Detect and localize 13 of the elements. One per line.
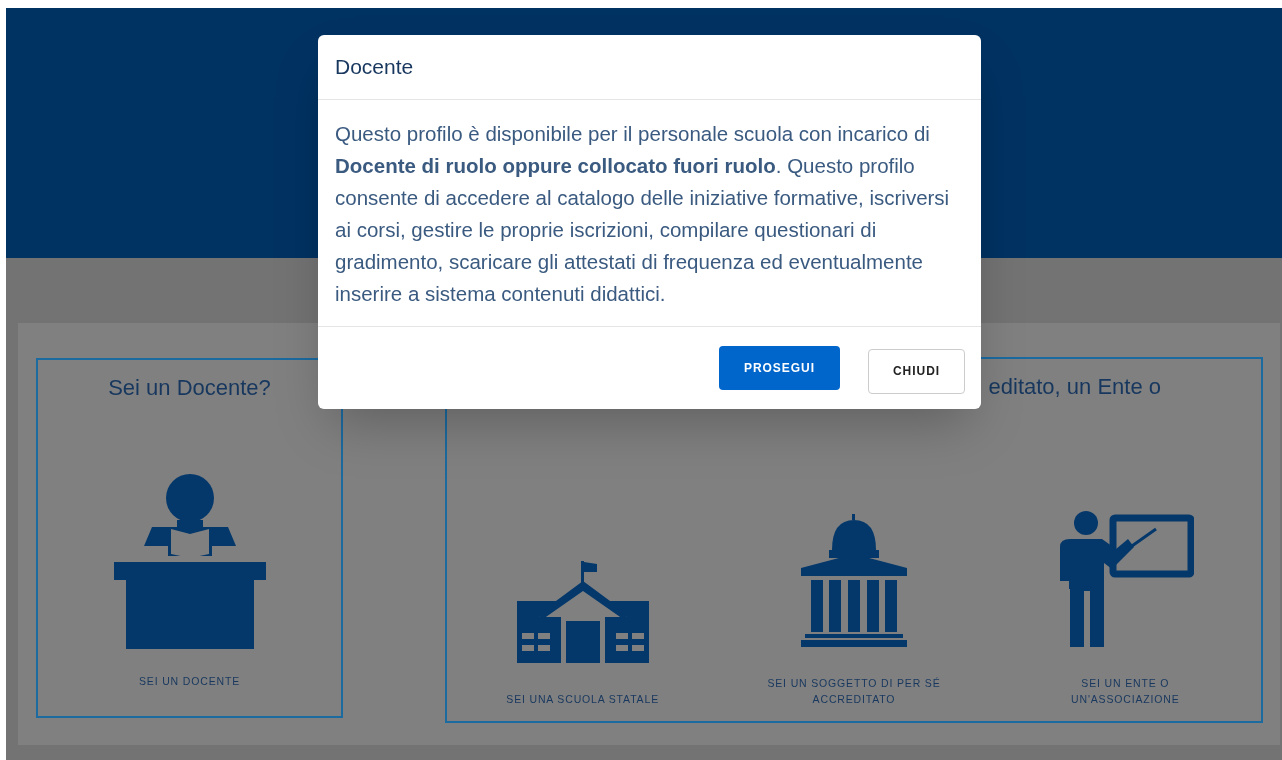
columned-building-icon [799,514,909,647]
profile-option-link[interactable]: SEI UN ENTE O UN'ASSOCIAZIONE [1015,401,1236,707]
continue-button[interactable]: PROSEGUI [719,346,840,390]
close-button[interactable]: CHIUDI [868,348,965,394]
dialog-title: Docente [335,54,414,81]
profile-option-link[interactable]: SEI UN SOGGETTO DI PER SÉ ACCREDITATO [744,401,964,707]
profile-option-link[interactable]: SEI UNA SCUOLA STATALE [472,401,693,707]
school-building-icon [514,561,651,663]
profile-option-link[interactable]: SEI UN DOCENTE [79,402,300,689]
dialog-description: Questo profilo è disponibile per il personale scuola con incarico di Docente di ruolo oppure collocato fuori ruolo. Questo profilo consente di accedere al catalogo delle iniziative formative, iscriversi ai corsi, gestire le proprie iscrizioni, compilare questionari di gradimento, scaricare gli attestati di frequenza ed eventualmente inserire a sistema contenuti didattici. [335,121,951,307]
card-heading: Sei un Docente? [108,374,271,402]
reader-at-desk-icon [113,474,266,649]
card-heading: editato, un Ente o [988,373,1161,401]
